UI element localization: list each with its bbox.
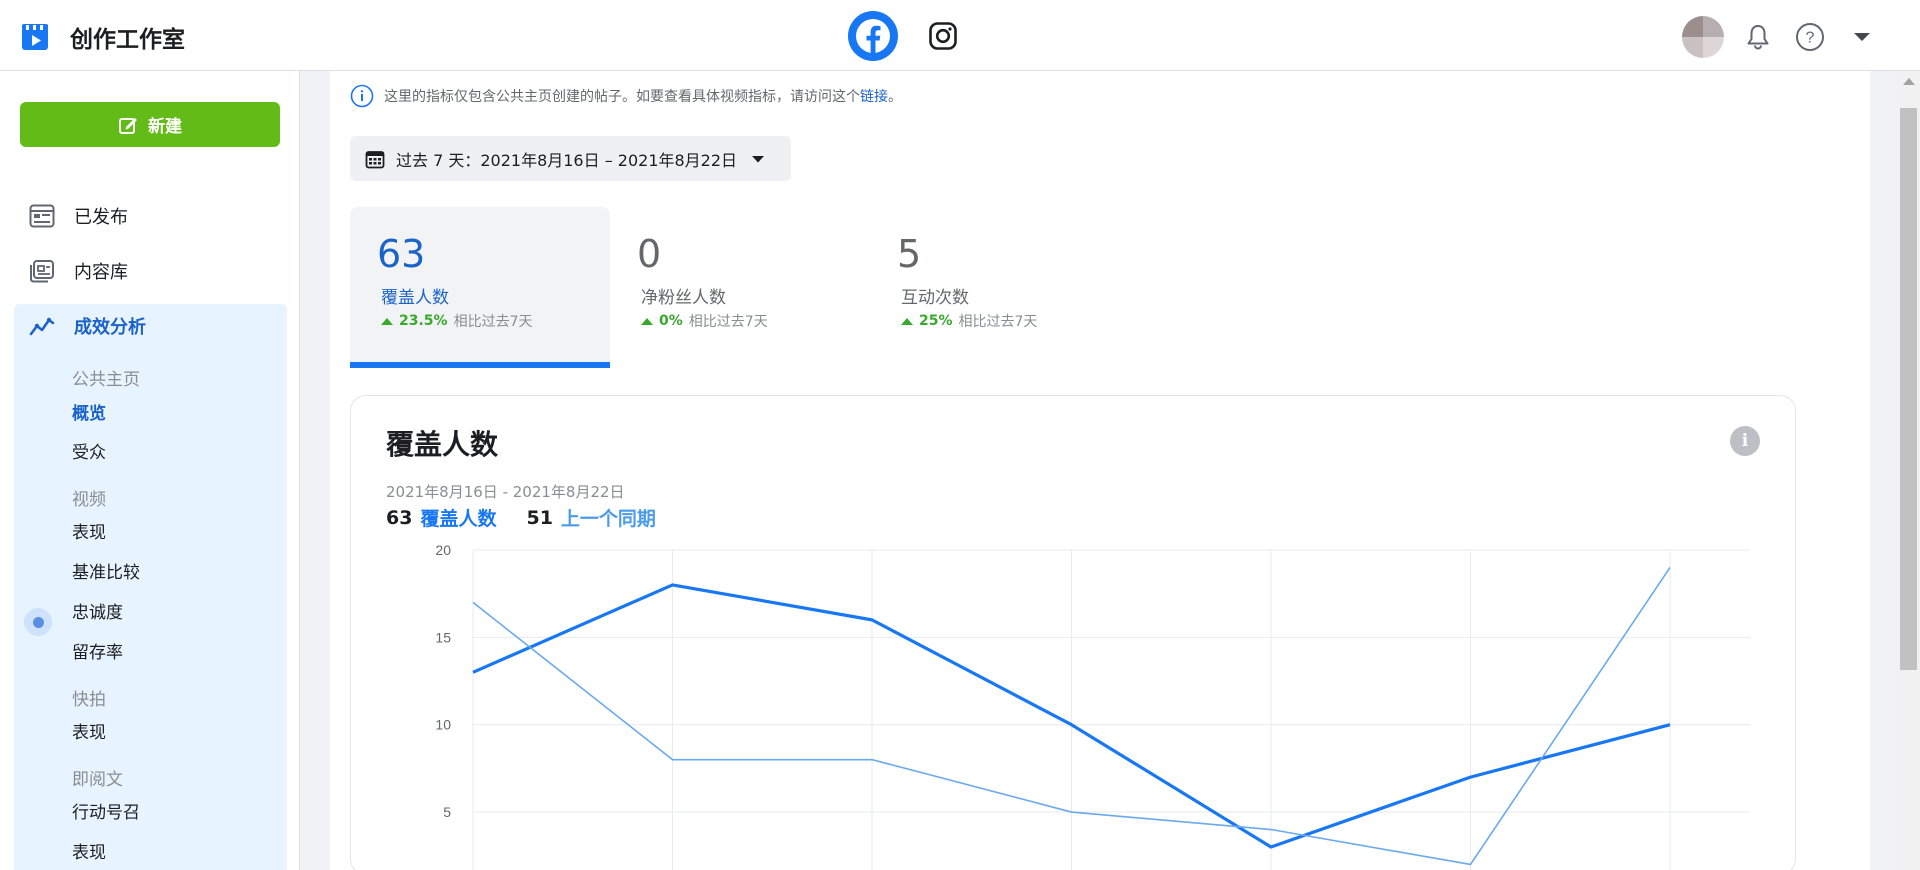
- calendar-icon: [365, 150, 385, 168]
- metric-delta-pct: 23.5%: [399, 313, 448, 329]
- metric-value: 0: [637, 232, 662, 276]
- sidebar: 新建 已发布 内容库 成效分析 公共主页 概览 受众 视频 表现 基准比较 忠诚…: [0, 71, 300, 870]
- notifications-button[interactable]: [1740, 19, 1776, 55]
- help-button[interactable]: ?: [1792, 19, 1828, 55]
- caret-down-icon: [752, 155, 765, 162]
- notice-tail: 。: [888, 89, 902, 105]
- caret-down-icon: [1854, 33, 1870, 41]
- arrow-up-icon: [381, 317, 393, 325]
- account-controls: ?: [1682, 16, 1880, 58]
- sidebar-item-label: 已发布: [74, 207, 128, 228]
- legend-previous-label[interactable]: 上一个同期: [561, 504, 656, 531]
- sidebar-item-label: 成效分析: [74, 317, 146, 338]
- facebook-tab[interactable]: [848, 11, 898, 61]
- brand[interactable]: 创作工作室: [20, 20, 185, 54]
- instagram-icon: [929, 22, 957, 50]
- sidebar-item-label: 内容库: [74, 262, 128, 283]
- chart-legend: 63 覆盖人数 51 上一个同期: [386, 504, 656, 531]
- sub-heading-page: 公共主页: [72, 370, 140, 390]
- notice-bar: 这里的指标仅包含公共主页创建的帖子。如要查看具体视频指标，请访问这个 链接。: [350, 84, 902, 108]
- sub-heading-instant-articles: 即阅文: [72, 770, 123, 790]
- metric-delta-compare: 相比过去7天: [453, 314, 533, 330]
- metric-delta: 25% 相比过去7天: [901, 311, 1037, 331]
- active-tab-indicator: [350, 362, 610, 368]
- y-tick-label: 20: [435, 542, 451, 558]
- metric-value: 63: [377, 232, 426, 276]
- notice-text: 这里的指标仅包含公共主页创建的帖子。如要查看具体视频指标，请访问这个: [384, 89, 860, 105]
- sidebar-item-published[interactable]: 已发布: [14, 193, 287, 239]
- date-range-picker[interactable]: 过去 7 天：2021年8月16日 – 2021年8月22日: [350, 136, 791, 181]
- info-icon: [350, 84, 374, 108]
- metric-tab-net-followers[interactable]: 0 净粉丝人数 0% 相比过去7天: [610, 207, 870, 367]
- new-button[interactable]: 新建: [20, 102, 280, 147]
- published-icon: [28, 202, 56, 230]
- y-tick-label: 10: [435, 717, 451, 733]
- legend-current-value: 63: [386, 506, 413, 529]
- metric-delta-compare: 相比过去7天: [958, 314, 1038, 330]
- chart-title: 覆盖人数: [386, 428, 499, 461]
- library-icon: [28, 257, 56, 285]
- sub-item-stories-performance[interactable]: 表现: [72, 718, 106, 743]
- new-button-label: 新建: [148, 117, 182, 137]
- app-title: 创作工作室: [70, 27, 185, 53]
- metric-delta: 0% 相比过去7天: [641, 311, 768, 331]
- metric-delta-pct: 0%: [659, 313, 683, 329]
- sub-item-retention[interactable]: 留存率: [72, 638, 123, 663]
- sidebar-item-library[interactable]: 内容库: [14, 248, 287, 294]
- creator-studio-logo-icon: [22, 24, 48, 50]
- help-icon: ?: [1796, 23, 1824, 51]
- scroll-thumb[interactable]: [1900, 108, 1917, 670]
- metric-delta-compare: 相比过去7天: [688, 314, 768, 330]
- compose-icon: [119, 117, 137, 134]
- sub-item-overview[interactable]: 概览: [72, 399, 106, 424]
- chart-info-icon[interactable]: i: [1730, 426, 1760, 456]
- sub-heading-stories: 快拍: [72, 690, 106, 710]
- instagram-tab[interactable]: [918, 11, 968, 61]
- platform-switcher: [848, 11, 968, 61]
- metric-tab-engagements[interactable]: 5 互动次数 25% 相比过去7天: [870, 207, 1130, 367]
- arrow-up-icon: [641, 317, 653, 325]
- metric-name: 净粉丝人数: [641, 288, 726, 308]
- metric-tab-reach[interactable]: 63 覆盖人数 23.5% 相比过去7天: [350, 207, 610, 367]
- chart-date-range: 2021年8月16日 - 2021年8月22日: [386, 483, 625, 501]
- sub-item-benchmark[interactable]: 基准比较: [72, 558, 140, 583]
- arrow-up-icon: [901, 317, 913, 325]
- sub-item-loyalty[interactable]: 忠诚度: [72, 598, 123, 623]
- bell-icon: [1747, 25, 1769, 50]
- y-tick-label: 5: [443, 804, 451, 820]
- sub-item-audience[interactable]: 受众: [72, 438, 106, 463]
- svg-text:?: ?: [1806, 30, 1815, 47]
- y-tick-label: 15: [435, 629, 451, 645]
- sidebar-item-insights[interactable]: 成效分析: [14, 303, 287, 349]
- metric-delta-pct: 25%: [919, 313, 953, 329]
- metric-value: 5: [897, 232, 922, 276]
- legend-previous-value: 51: [526, 506, 553, 529]
- facebook-icon: [856, 19, 890, 53]
- sub-item-articles-performance[interactable]: 表现: [72, 838, 106, 863]
- metric-delta: 23.5% 相比过去7天: [381, 311, 533, 331]
- metric-name: 覆盖人数: [381, 288, 449, 308]
- legend-current-label[interactable]: 覆盖人数: [420, 504, 496, 531]
- focus-indicator: [24, 608, 52, 636]
- metric-name: 互动次数: [901, 288, 969, 308]
- insights-icon: [28, 312, 56, 340]
- sub-item-call-to-action[interactable]: 行动号召: [72, 798, 140, 823]
- avatar[interactable]: [1682, 16, 1724, 58]
- reach-line-chart: 5 10 15 20: [435, 542, 1750, 870]
- scroll-up-arrow[interactable]: [1903, 78, 1915, 85]
- top-bar: 创作工作室 ?: [0, 0, 1920, 71]
- insights-section-bg: [14, 304, 287, 870]
- account-menu-button[interactable]: [1844, 19, 1880, 55]
- sub-item-video-performance[interactable]: 表现: [72, 518, 106, 543]
- sub-heading-video: 视频: [72, 490, 106, 510]
- notice-link[interactable]: 链接: [860, 86, 888, 106]
- date-range-label: 过去 7 天：2021年8月16日 – 2021年8月22日: [396, 150, 738, 170]
